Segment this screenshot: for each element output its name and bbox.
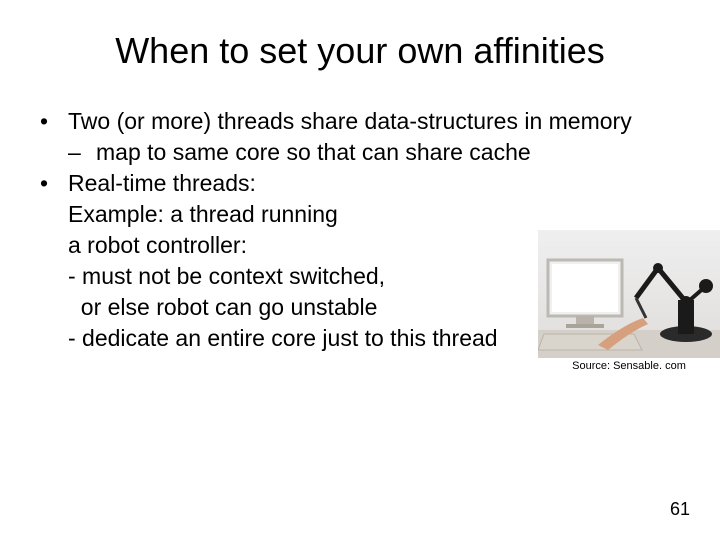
robot-haptic-device-image bbox=[538, 230, 720, 358]
dash-icon: – bbox=[68, 137, 96, 168]
line-4-text: or else robot can go unstable bbox=[68, 292, 377, 323]
page-number: 61 bbox=[670, 499, 690, 520]
figure-caption: Source: Sensable. com bbox=[538, 360, 720, 372]
sub-bullet-1-text: map to same core so that can share cache bbox=[96, 137, 531, 168]
slide: When to set your own affinities • Two (o… bbox=[0, 0, 720, 540]
bullet-2: • Real-time threads: bbox=[40, 168, 680, 199]
line-1: Example: a thread running bbox=[40, 199, 680, 230]
bullet-2-text: Real-time threads: bbox=[68, 168, 256, 199]
figure: Source: Sensable. com bbox=[538, 230, 720, 372]
bullet-1: • Two (or more) threads share data-struc… bbox=[40, 106, 680, 137]
bullet-dot-icon: • bbox=[40, 106, 68, 137]
line-2-text: a robot controller: bbox=[68, 230, 247, 261]
bullet-dot-icon: • bbox=[40, 168, 68, 199]
slide-title: When to set your own affinities bbox=[40, 30, 680, 72]
sub-bullet-1: – map to same core so that can share cac… bbox=[40, 137, 680, 168]
line-5-text: - dedicate an entire core just to this t… bbox=[68, 323, 498, 354]
line-1-text: Example: a thread running bbox=[68, 199, 338, 230]
bullet-1-text: Two (or more) threads share data-structu… bbox=[68, 106, 632, 137]
line-3-text: - must not be context switched, bbox=[68, 261, 385, 292]
